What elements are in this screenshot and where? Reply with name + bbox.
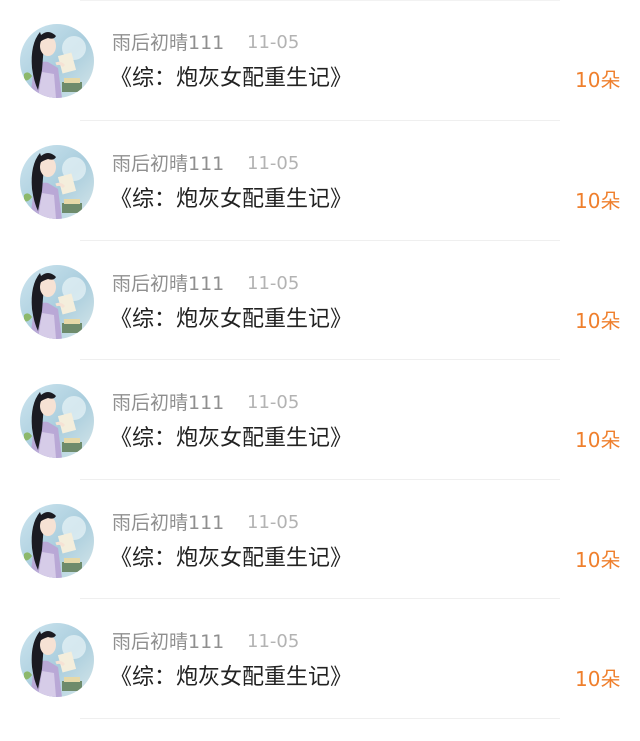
gift-list: 雨后初晴111 11-05 《综：炮灰女配重生记》 10朵 雨后初晴111 11… — [0, 0, 640, 719]
user-name[interactable]: 雨后初晴111 — [112, 510, 224, 536]
avatar-icon[interactable] — [20, 384, 94, 458]
avatar-icon[interactable] — [20, 145, 94, 219]
list-item[interactable]: 雨后初晴111 11-05 《综：炮灰女配重生记》 10朵 — [0, 599, 640, 719]
post-date: 11-05 — [247, 32, 300, 53]
flower-count: 10朵 — [575, 189, 621, 213]
post-date: 11-05 — [247, 511, 300, 533]
post-date: 11-05 — [247, 272, 300, 294]
list-item[interactable]: 雨后初晴111 11-05 《综：炮灰女配重生记》 10朵 — [0, 480, 640, 599]
user-name[interactable]: 雨后初晴111 — [112, 629, 224, 655]
avatar-icon[interactable] — [20, 24, 94, 98]
user-name[interactable]: 雨后初晴111 — [112, 271, 224, 297]
row-divider — [80, 717, 560, 719]
user-name[interactable]: 雨后初晴111 — [112, 30, 224, 56]
book-title[interactable]: 《综：炮灰女配重生记》 — [110, 544, 352, 574]
book-title[interactable]: 《综：炮灰女配重生记》 — [110, 424, 352, 454]
flower-count: 10朵 — [575, 68, 621, 92]
book-title[interactable]: 《综：炮灰女配重生记》 — [110, 305, 352, 335]
book-title[interactable]: 《综：炮灰女配重生记》 — [110, 185, 352, 215]
post-date: 11-05 — [247, 631, 300, 652]
book-title[interactable]: 《综：炮灰女配重生记》 — [110, 663, 352, 693]
list-item[interactable]: 雨后初晴111 11-05 《综：炮灰女配重生记》 10朵 — [0, 360, 640, 480]
list-item[interactable]: 雨后初晴111 11-05 《综：炮灰女配重生记》 10朵 — [0, 121, 640, 241]
flower-count: 10朵 — [575, 547, 621, 572]
avatar-icon[interactable] — [20, 503, 94, 578]
user-name[interactable]: 雨后初晴111 — [112, 151, 224, 177]
avatar-icon[interactable] — [20, 264, 94, 339]
flower-count: 10朵 — [575, 428, 621, 452]
flower-count: 10朵 — [575, 667, 621, 691]
list-item[interactable]: 雨后初晴111 11-05 《综：炮灰女配重生记》 10朵 — [0, 0, 640, 121]
book-title[interactable]: 《综：炮灰女配重生记》 — [110, 64, 352, 94]
post-date: 11-05 — [247, 153, 300, 174]
user-name[interactable]: 雨后初晴111 — [112, 390, 224, 416]
post-date: 11-05 — [247, 392, 300, 413]
flower-count: 10朵 — [575, 308, 621, 333]
avatar-icon[interactable] — [20, 623, 94, 697]
list-item[interactable]: 雨后初晴111 11-05 《综：炮灰女配重生记》 10朵 — [0, 241, 640, 360]
